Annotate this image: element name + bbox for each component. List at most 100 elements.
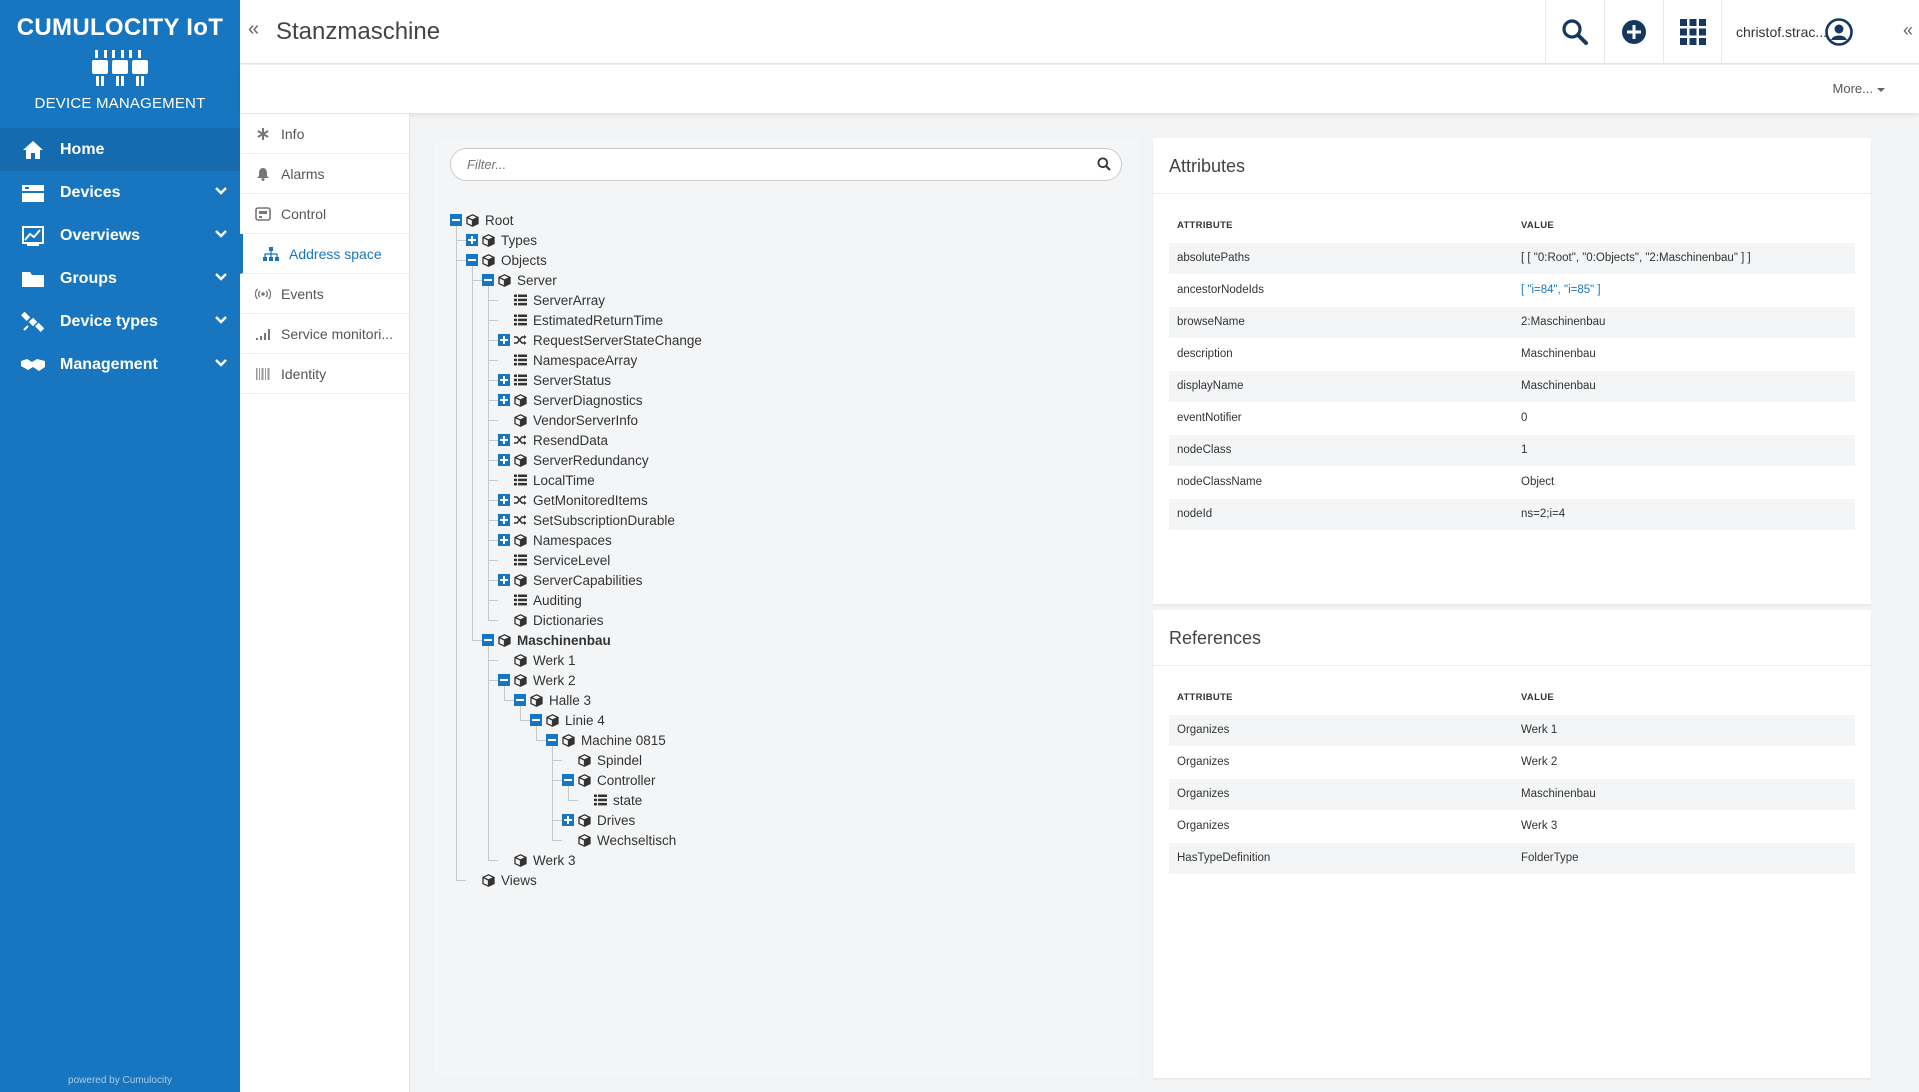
tree-node[interactable]: Objects: [450, 250, 1110, 270]
tree-node[interactable]: GetMonitoredItems: [450, 490, 1110, 510]
tree-node[interactable]: Namespaces: [450, 530, 1110, 550]
tree-node[interactable]: ServerDiagnostics: [450, 390, 1110, 410]
tree-node[interactable]: ServerRedundancy: [450, 450, 1110, 470]
expand-node-icon[interactable]: [498, 374, 510, 386]
tree-node[interactable]: ServerCapabilities: [450, 570, 1110, 590]
attribute-value[interactable]: [ "i=84", "i=85" ]: [1513, 273, 1855, 306]
tree-node[interactable]: ServerArray: [450, 290, 1110, 310]
tree-node[interactable]: Spindel: [450, 750, 1110, 770]
tree-node[interactable]: Server: [450, 270, 1110, 290]
tree-node[interactable]: Werk 3: [450, 850, 1110, 870]
table-row: description Maschinenbau: [1169, 337, 1855, 370]
nav-groups[interactable]: Groups: [0, 257, 240, 300]
tree-node[interactable]: Drives: [450, 810, 1110, 830]
tree-connector-line: [488, 480, 498, 481]
collapse-node-icon[interactable]: [482, 634, 494, 646]
collapse-node-icon[interactable]: [466, 254, 478, 266]
tree-node[interactable]: VendorServerInfo: [450, 410, 1110, 430]
attribute-name: nodeId: [1169, 497, 1513, 530]
toggle-spacer: [498, 614, 510, 626]
tree-node[interactable]: LocalTime: [450, 470, 1110, 490]
collapse-right-drawer-button[interactable]: «: [1903, 20, 1913, 41]
tree-node[interactable]: Halle 3: [450, 690, 1110, 710]
tree-node[interactable]: SetSubscriptionDurable: [450, 510, 1110, 530]
tab-control[interactable]: Control: [240, 194, 409, 234]
chevron-down-icon: [215, 359, 227, 367]
filter-input[interactable]: [451, 149, 1071, 180]
attribute-name: ancestorNodeIds: [1169, 273, 1513, 306]
tab-events[interactable]: Events: [240, 274, 409, 314]
tree-node[interactable]: Controller: [450, 770, 1110, 790]
expand-node-icon[interactable]: [498, 534, 510, 546]
tree-node[interactable]: NamespaceArray: [450, 350, 1110, 370]
nav-devices-label: Devices: [60, 183, 121, 201]
tree-node[interactable]: Machine 0815: [450, 730, 1110, 750]
expand-node-icon[interactable]: [498, 454, 510, 466]
tree-node[interactable]: state: [450, 790, 1110, 810]
tree-node-label: SetSubscriptionDurable: [533, 512, 675, 528]
chevron-down-icon: [215, 273, 227, 281]
tree-node[interactable]: Maschinenbau: [450, 630, 1110, 650]
collapse-node-icon[interactable]: [482, 274, 494, 286]
tree-connector-line: [488, 580, 498, 581]
tree-node-label: state: [613, 792, 643, 808]
nav-overviews[interactable]: Overviews: [0, 214, 240, 257]
app-switcher-button[interactable]: [1663, 0, 1721, 64]
tab-address-space[interactable]: Address space: [240, 234, 409, 274]
tree-node[interactable]: RequestServerStateChange: [450, 330, 1110, 350]
expand-node-icon[interactable]: [498, 434, 510, 446]
nav-home[interactable]: Home: [0, 128, 240, 171]
shuffle-icon: [514, 514, 527, 527]
tree-node[interactable]: Types: [450, 230, 1110, 250]
toggle-spacer: [562, 834, 574, 846]
tree-node[interactable]: ResendData: [450, 430, 1110, 450]
expand-node-icon[interactable]: [466, 234, 478, 246]
tab-identity[interactable]: Identity: [240, 354, 409, 394]
tree-node[interactable]: Wechseltisch: [450, 830, 1110, 850]
tab-alarms[interactable]: Alarms: [240, 154, 409, 194]
expand-node-icon[interactable]: [498, 574, 510, 586]
collapse-node-icon[interactable]: [562, 774, 574, 786]
tree-node[interactable]: Linie 4: [450, 710, 1110, 730]
signal-bars-icon: [255, 326, 271, 342]
search-icon[interactable]: [1097, 157, 1111, 171]
tab-service-monitoring[interactable]: Service monitori...: [240, 314, 409, 354]
expand-node-icon[interactable]: [498, 334, 510, 346]
tree-node[interactable]: Werk 1: [450, 650, 1110, 670]
cube-icon: [514, 453, 527, 467]
expand-node-icon[interactable]: [562, 814, 574, 826]
expand-node-icon[interactable]: [498, 514, 510, 526]
tree-node[interactable]: ServerStatus: [450, 370, 1110, 390]
expand-node-icon[interactable]: [498, 494, 510, 506]
tree-node[interactable]: EstimatedReturnTime: [450, 310, 1110, 330]
collapse-node-icon[interactable]: [530, 714, 542, 726]
nav-devices[interactable]: Devices: [0, 171, 240, 214]
tab-info[interactable]: Info: [240, 114, 409, 154]
collapse-navigator-button[interactable]: «: [248, 18, 259, 41]
tree-node-label: ServerArray: [533, 292, 606, 308]
device-management-logo-icon: [92, 50, 148, 86]
tree-node[interactable]: Views: [450, 870, 1110, 890]
collapse-node-icon[interactable]: [514, 694, 526, 706]
cube-icon: [514, 653, 527, 667]
tree-node[interactable]: Dictionaries: [450, 610, 1110, 630]
control-icon: [255, 206, 271, 222]
tree-node[interactable]: Root: [450, 210, 1110, 230]
user-menu[interactable]: christof.strac...: [1721, 0, 1861, 64]
tree-node[interactable]: Auditing: [450, 590, 1110, 610]
collapse-node-icon[interactable]: [546, 734, 558, 746]
expand-node-icon[interactable]: [498, 394, 510, 406]
tree-connector-line: [488, 440, 498, 441]
tree-node[interactable]: Werk 2: [450, 670, 1110, 690]
nav-device-types[interactable]: Device types: [0, 300, 240, 343]
more-button[interactable]: More...: [1833, 81, 1885, 96]
tree-connector-line: [488, 860, 498, 861]
search-button[interactable]: [1545, 0, 1603, 64]
nav-management[interactable]: Management: [0, 343, 240, 386]
add-button[interactable]: [1604, 0, 1662, 64]
collapse-node-icon[interactable]: [450, 214, 462, 226]
collapse-node-icon[interactable]: [498, 674, 510, 686]
tree-node[interactable]: ServiceLevel: [450, 550, 1110, 570]
address-space-tree-panel: Root Types Objects Server ServerArray Estimat…: [434, 138, 1139, 1078]
list-icon: [514, 474, 527, 487]
